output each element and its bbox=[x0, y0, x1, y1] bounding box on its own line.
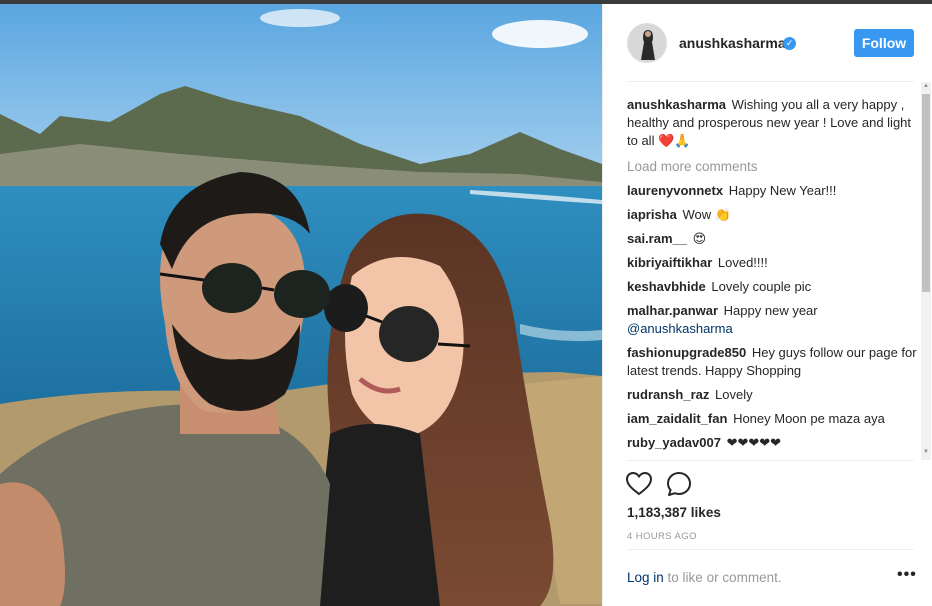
avatar[interactable] bbox=[627, 23, 667, 63]
comment-bubble-icon[interactable] bbox=[665, 470, 693, 498]
comment-username[interactable]: fashionupgrade850 bbox=[627, 345, 746, 360]
post-timestamp[interactable]: 4 HOURS AGO bbox=[627, 531, 697, 542]
comment-username[interactable]: ruby_yadav007 bbox=[627, 435, 721, 450]
footer-divider bbox=[627, 549, 914, 550]
comment-text: 😍 bbox=[692, 231, 707, 246]
comment-text: Honey Moon pe maza aya bbox=[733, 411, 885, 426]
follow-button[interactable]: Follow bbox=[854, 29, 914, 57]
comment-text: Happy new year bbox=[723, 303, 818, 318]
post-details-panel: anushkasharma ✓ Follow anushkasharma Wis… bbox=[602, 4, 932, 606]
caption-username[interactable]: anushkasharma bbox=[627, 97, 726, 112]
post-photo[interactable] bbox=[0, 4, 602, 606]
avatar-image bbox=[628, 24, 666, 62]
comment-item: kibriyaiftikhar Loved!!!! bbox=[627, 254, 917, 272]
actions-divider bbox=[627, 460, 914, 461]
comment-username[interactable]: malhar.panwar bbox=[627, 303, 718, 318]
comment-item: iaprisha Wow 👏 bbox=[627, 206, 917, 224]
comment-username[interactable]: keshavbhide bbox=[627, 279, 706, 294]
post-author-username[interactable]: anushkasharma bbox=[679, 35, 786, 51]
comment-item: laurenyvonnetx Happy New Year!!! bbox=[627, 182, 917, 200]
comment-username[interactable]: sai.ram__ bbox=[627, 231, 687, 246]
login-link[interactable]: Log in bbox=[627, 570, 664, 585]
more-options-icon[interactable]: ••• bbox=[897, 566, 917, 584]
scroll-down-arrow-icon[interactable]: ▼ bbox=[923, 449, 929, 455]
comment-item: malhar.panwar Happy new year @anushkasha… bbox=[627, 302, 917, 338]
comments-scrollbar[interactable]: ▲ ▼ bbox=[921, 82, 931, 460]
likes-count[interactable]: 1,183,387 likes bbox=[627, 505, 721, 520]
comment-username[interactable]: laurenyvonnetx bbox=[627, 183, 723, 198]
login-prompt: Log in to like or comment. bbox=[627, 570, 782, 585]
comment-item: rudransh_raz Lovely bbox=[627, 386, 917, 404]
comment-text: Loved!!!! bbox=[717, 255, 768, 270]
scrollbar-thumb[interactable] bbox=[922, 94, 930, 292]
login-prompt-text: to like or comment. bbox=[663, 570, 782, 585]
load-more-comments-button[interactable]: Load more comments bbox=[627, 158, 917, 176]
comment-item: keshavbhide Lovely couple pic bbox=[627, 278, 917, 296]
comment-item: ruby_yadav007 ❤❤❤❤❤ bbox=[627, 434, 917, 452]
comment-item: sai.ram__ 😍 bbox=[627, 230, 917, 248]
comment-item: iam_zaidalit_fan Honey Moon pe maza aya bbox=[627, 410, 917, 428]
comment-item: fashionupgrade850 Hey guys follow our pa… bbox=[627, 344, 917, 380]
comment-username[interactable]: kibriyaiftikhar bbox=[627, 255, 712, 270]
comments-list[interactable]: anushkasharma Wishing you all a very hap… bbox=[627, 96, 917, 460]
comment-text: Lovely couple pic bbox=[711, 279, 812, 294]
comment-username[interactable]: rudransh_raz bbox=[627, 387, 709, 402]
scroll-up-arrow-icon[interactable]: ▲ bbox=[923, 83, 929, 89]
heart-icon[interactable] bbox=[625, 470, 653, 498]
comment-text: ❤❤❤❤❤ bbox=[726, 435, 782, 450]
comment-text: Happy New Year!!! bbox=[728, 183, 837, 198]
comment-text: Lovely bbox=[715, 387, 753, 402]
post-header: anushkasharma ✓ Follow bbox=[603, 4, 932, 82]
comment-text: Wow 👏 bbox=[682, 207, 731, 222]
header-divider bbox=[627, 81, 914, 82]
comment-username[interactable]: iaprisha bbox=[627, 207, 677, 222]
verified-badge-icon: ✓ bbox=[783, 37, 796, 50]
post-caption: anushkasharma Wishing you all a very hap… bbox=[627, 96, 917, 150]
comment-mention-link[interactable]: @anushkasharma bbox=[627, 320, 917, 338]
comment-username[interactable]: iam_zaidalit_fan bbox=[627, 411, 727, 426]
